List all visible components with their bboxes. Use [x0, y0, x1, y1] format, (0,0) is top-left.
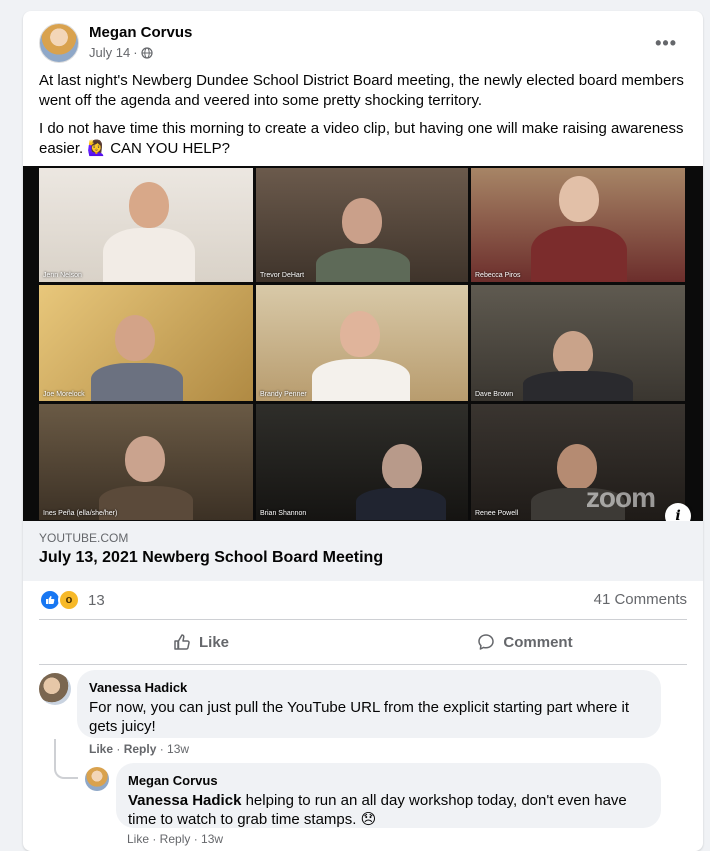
comment-like-link[interactable]: Like	[89, 742, 113, 756]
zoom-watermark: zoom	[585, 482, 656, 513]
post-paragraph-1: At last night's Newberg Dundee School Di…	[39, 72, 684, 109]
globe-icon	[140, 46, 153, 59]
comment-meta: Like · Reply · 13w	[89, 742, 190, 756]
meta-separator: ·	[133, 45, 138, 60]
thumbs-up-icon	[174, 634, 190, 650]
video-tile: Trevor DeHart	[256, 168, 468, 282]
post-meta: July 14 ·	[89, 45, 153, 60]
participant-name: Dave Brown	[475, 391, 514, 398]
post-paragraph-2: I do not have time this morning to creat…	[39, 120, 684, 157]
comment-label: Comment	[503, 633, 573, 651]
reaction-count: 13	[88, 591, 105, 609]
participant-name: Brian Shannon	[260, 510, 307, 517]
video-tile: Renee Powell zoom	[471, 404, 685, 520]
reply-author-avatar[interactable]	[85, 767, 109, 791]
video-tile: Brian Shannon	[256, 404, 468, 520]
thread-connector	[54, 739, 78, 779]
reply-bubble: Megan Corvus Vanessa Hadick helping to r…	[116, 763, 661, 828]
reply-author[interactable]: Megan Corvus	[128, 771, 649, 790]
participant-name: Jenn Nelson	[43, 272, 82, 279]
post-header: Megan Corvus July 14 · •••	[39, 23, 687, 65]
like-button[interactable]: Like	[39, 620, 363, 664]
post-date[interactable]: July 14	[89, 45, 130, 60]
comments-count[interactable]: 41 Comments	[594, 591, 687, 608]
comment-time[interactable]: 13w	[167, 742, 189, 756]
link-title[interactable]: July 13, 2021 Newberg School Board Meeti…	[39, 549, 383, 567]
video-tile: Brandy Penner	[256, 285, 468, 401]
video-tile: Joe Morelock	[39, 285, 253, 401]
comment-bubble-icon	[478, 634, 495, 650]
like-label: Like	[198, 633, 229, 651]
video-tile: Rebecca Piros	[471, 168, 685, 282]
video-thumbnail[interactable]: Jenn Nelson Trevor DeHart Rebecca Piros …	[23, 166, 703, 521]
link-preview[interactable]: YOUTUBE.COM July 13, 2021 Newberg School…	[23, 521, 703, 581]
participant-name: Renee Powell	[475, 510, 519, 517]
post-card: Megan Corvus July 14 · ••• At last night…	[23, 11, 703, 851]
reactions-summary[interactable]: o 13	[39, 589, 105, 611]
video-tile-active-speaker: Dave Brown	[471, 285, 685, 401]
comment-reply-link[interactable]: Reply	[124, 742, 157, 756]
mention-tag[interactable]: Vanessa Hadick	[128, 792, 241, 809]
participant-name: Ines Peña (ella/she/her)	[43, 510, 118, 517]
comment-author[interactable]: Vanessa Hadick	[89, 678, 649, 697]
video-tile: Jenn Nelson	[39, 168, 253, 282]
reply-meta: Like · Reply · 13w	[127, 832, 224, 846]
more-options-icon[interactable]: •••	[655, 33, 677, 54]
commenter-avatar[interactable]	[39, 673, 71, 705]
participant-name: Trevor DeHart	[260, 272, 305, 279]
post-body: At last night's Newberg Dundee School Di…	[39, 71, 689, 167]
participant-name: Rebecca Piros	[475, 272, 521, 279]
participant-name: Joe Morelock	[43, 391, 85, 398]
author-name[interactable]: Megan Corvus	[89, 24, 192, 41]
comment-button[interactable]: Comment	[363, 620, 687, 664]
video-tile: Ines Peña (ella/she/her)	[39, 404, 253, 520]
participant-name: Brandy Penner	[260, 391, 307, 398]
wow-reaction-icon: o	[58, 589, 80, 611]
author-avatar[interactable]	[39, 23, 79, 63]
comment-text: For now, you can just pull the YouTube U…	[89, 699, 629, 735]
post-actions: Like Comment	[39, 619, 687, 665]
comment-bubble: Vanessa Hadick For now, you can just pul…	[77, 670, 661, 738]
link-domain: YOUTUBE.COM	[39, 531, 129, 545]
